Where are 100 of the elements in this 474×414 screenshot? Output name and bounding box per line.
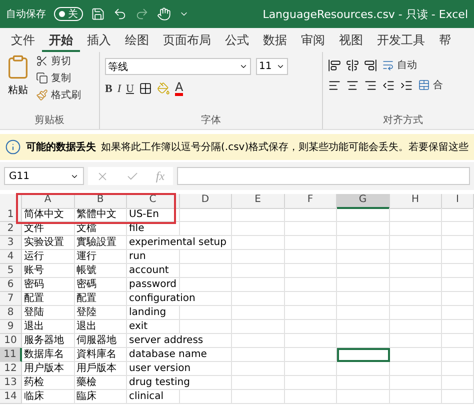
column-header[interactable]: F [284,194,337,209]
font-color-button[interactable]: A [174,81,184,96]
table-cell [180,320,232,334]
window-title: LanguageResources.csv - 只读 - Excel [262,6,468,22]
table-cell: 退出 [74,320,127,334]
table-cell [284,222,337,236]
table-cell [232,334,284,348]
font-size-field[interactable]: 11 [256,58,288,75]
ribbon-tab[interactable]: 视图 [332,28,370,52]
align-bottom-icon [364,58,377,72]
table-cell [442,250,474,264]
active-cell[interactable] [337,348,390,362]
ribbon-tab[interactable]: 开发工具 [370,28,432,52]
row-header[interactable]: 6 [0,278,22,292]
table-cell [232,208,284,222]
table-cell [232,250,284,264]
ribbon-tab[interactable]: 审阅 [294,28,332,52]
row-header[interactable]: 12 [0,362,22,376]
row-header[interactable]: 13 [0,376,22,390]
row-header[interactable]: 8 [0,306,22,320]
table-cell: 账号 [22,264,74,278]
column-header[interactable]: D [180,194,232,209]
table-cell [337,334,390,348]
table-cell [390,376,442,390]
column-header[interactable]: G [337,194,390,209]
undo-icon [113,7,127,21]
row-header[interactable]: 10 [0,334,22,348]
indent-decrease-icon [382,78,395,92]
ribbon-tab[interactable]: 数据 [256,28,294,52]
table-cell [284,334,337,348]
table-cell [337,264,390,278]
table-cell: 伺服器地 [74,334,127,348]
table-cell [337,306,390,320]
ribbon-tab[interactable]: 公式 [218,28,256,52]
font-name-field[interactable]: 等线 [105,58,251,75]
table-cell: 密码 [22,278,74,292]
column-header[interactable]: B [74,194,127,209]
caret-icon [239,62,248,71]
ribbon-tab[interactable]: 插入 [80,28,118,52]
table-cell [284,264,337,278]
font-style-button[interactable]: U [126,82,134,94]
row-header[interactable]: 3 [0,236,22,250]
font-style-button[interactable]: I [117,82,122,94]
autosave-toggle[interactable]: 关 [54,7,83,21]
table-cell [284,278,337,292]
fx-label: fx [156,168,165,184]
table-cell [284,250,337,264]
paste-button[interactable]: 粘贴 [8,83,28,97]
copy-button[interactable]: 复制 [36,71,81,85]
row-header[interactable]: 11 [0,348,22,362]
column-header[interactable]: E [232,194,284,209]
group-label: 剪贴板 [34,114,66,128]
table-cell [390,222,442,236]
table-cell [442,320,474,334]
wrap-text-icon [382,59,394,71]
table-cell: 简体中文 [22,208,74,222]
formula-field[interactable] [177,167,470,185]
column-header[interactable]: H [390,194,442,209]
table-cell [284,292,337,306]
font-style-button[interactable]: B [105,82,112,94]
table-cell [442,362,474,376]
table-cell: 藥檢 [74,376,127,390]
info-icon [5,139,21,155]
table-cell [180,222,232,236]
table-cell [284,362,337,376]
row-header[interactable]: 7 [0,292,22,306]
paintbrush-icon [36,89,48,101]
copy-icon [36,72,48,84]
table-cell [180,278,232,292]
table-cell [442,376,474,390]
row-header[interactable]: 5 [0,264,22,278]
row-header[interactable]: 9 [0,320,22,334]
save-icon [91,7,105,21]
table-cell [442,264,474,278]
ribbon-tab[interactable]: 文件 [4,28,42,52]
ribbon-tab[interactable]: 页面布局 [156,28,218,52]
table-cell: 繁體中文 [74,208,127,222]
ribbon-tab[interactable]: 绘图 [118,28,156,52]
format-painter-button[interactable]: 格式刷 [36,88,81,102]
wrap-text-button[interactable]: 自动 [382,58,417,72]
row-header[interactable]: 4 [0,250,22,264]
cut-button[interactable]: 剪切 [36,54,81,68]
group-label: 字体 [200,114,222,128]
ribbon-tab[interactable]: 帮 [432,28,458,52]
align-top-icon [328,58,341,72]
row-header[interactable]: 14 [0,390,22,404]
row-header[interactable]: 2 [0,222,22,236]
column-header[interactable]: A [22,194,74,209]
fill-color-icon [156,82,170,95]
table-cell [284,376,337,390]
merge-button[interactable]: 合 [418,78,443,92]
group-label: 对齐方式 [382,114,424,128]
align-right-icon [364,78,377,92]
table-cell [232,376,284,390]
table-cell: account [127,264,180,278]
row-header[interactable]: 1 [0,208,22,222]
name-box[interactable]: G11 [4,167,84,185]
table-cell [390,250,442,264]
table-cell [337,250,390,264]
column-header[interactable]: I [442,194,474,209]
